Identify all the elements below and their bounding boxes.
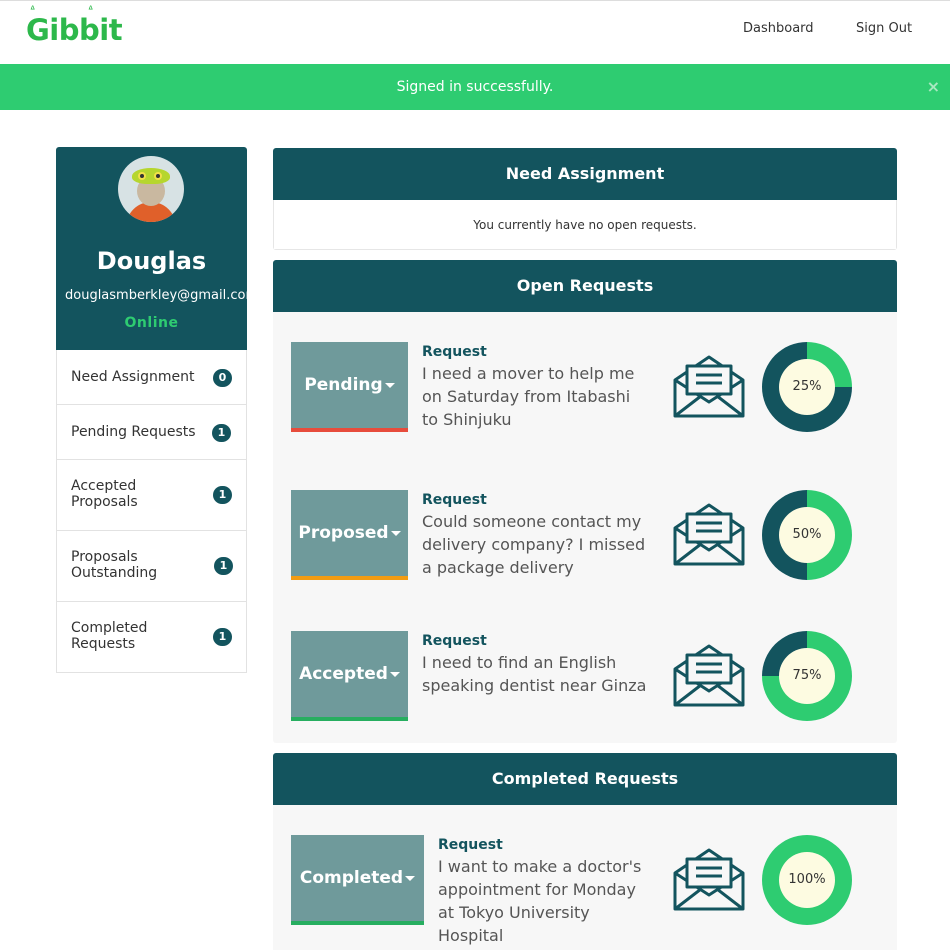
count-badge: 0 [213,369,232,387]
status-indicator-bar [291,921,424,925]
nav-sign-out-link[interactable]: Sign Out [856,21,912,36]
caret-down-icon [390,530,401,536]
status-dropdown-button[interactable]: Accepted [291,631,408,721]
crown-icon: ᐞ [30,5,35,16]
sidebar-item-accepted-proposals[interactable]: Accepted Proposals 1 [56,460,247,531]
profile-email: douglasmberkley@gmail.com [65,288,247,303]
logo-text: Gibbit [26,13,123,47]
progress-label: 25% [779,359,835,415]
sidebar-item-completed-requests[interactable]: Completed Requests 1 [56,602,247,673]
request-card: Completed Request I want to make a docto… [291,835,881,945]
count-badge: 1 [214,557,233,575]
completed-requests-panel: Completed Requests Completed Request I w… [273,753,897,950]
completed-requests-list: Completed Request I want to make a docto… [273,805,897,950]
request-description: I need a mover to help me on Saturday fr… [422,364,635,429]
navbar: ᐞ ᐞ Gibbit Dashboard Sign Out [0,0,950,64]
open-requests-list: Pending Request I need a mover to help m… [273,312,897,743]
profile-name: Douglas [96,247,207,275]
panel-title: Need Assignment [273,148,897,200]
flash-message: Signed in successfully. × [0,64,950,110]
status-indicator-bar [291,717,408,721]
open-requests-panel: Open Requests Pending Request I need a m… [273,260,897,743]
progress-ring: 100% [762,835,852,925]
caret-down-icon [384,382,395,388]
profile-card: Douglas douglasmberkley@gmail.com Online [56,147,247,350]
status-label: Proposed [298,523,389,543]
request-card: Pending Request I need a mover to help m… [291,342,881,432]
sidebar-item-label: Proposals Outstanding [71,549,158,581]
status-label: Pending [304,375,383,395]
status-indicator-bar [291,576,408,580]
avatar [118,156,184,222]
request-card: Accepted Request I need to find an Engli… [291,631,881,721]
request-title: Request [422,344,487,360]
flash-text: Signed in successfully. [396,79,554,95]
progress-label: 50% [779,507,835,563]
caret-down-icon [389,671,400,677]
sidebar-item-proposals-outstanding[interactable]: Proposals Outstanding 1 [56,531,247,602]
status-dropdown-button[interactable]: Completed [291,835,424,925]
envelope-open-icon[interactable] [672,352,746,420]
status-indicator-bar [291,428,408,432]
request-description: Could someone contact my delivery compan… [422,512,646,577]
sidebar-item-label: Accepted Proposals [71,478,138,510]
panel-title: Completed Requests [273,753,897,805]
progress-label: 75% [779,648,835,704]
count-badge: 1 [212,424,231,442]
request-title: Request [438,837,503,853]
request-card: Proposed Request Could someone contact m… [291,490,881,580]
envelope-open-icon[interactable] [672,500,746,568]
count-badge: 1 [213,628,232,646]
count-badge: 1 [213,486,232,504]
status-dropdown-button[interactable]: Pending [291,342,408,432]
close-icon[interactable]: × [927,64,940,110]
status-label: Completed [299,868,404,888]
request-description: I need to find an English speaking denti… [422,653,647,695]
nav-dashboard-link[interactable]: Dashboard [743,21,814,36]
sidebar-item-label: Pending Requests [71,424,196,440]
status-dropdown-button[interactable]: Proposed [291,490,408,580]
progress-ring: 50% [762,490,852,580]
request-title: Request [422,633,487,649]
progress-ring: 25% [762,342,852,432]
sidebar-item-label: Completed Requests [71,620,148,652]
request-description: I want to make a doctor's appointment fo… [438,857,642,945]
progress-label: 100% [779,852,835,908]
envelope-open-icon[interactable] [672,641,746,709]
status-label: Accepted [299,664,388,684]
sidebar-item-label: Need Assignment [71,369,195,385]
logo[interactable]: ᐞ ᐞ Gibbit [26,5,123,47]
sidebar-item-pending-requests[interactable]: Pending Requests 1 [56,405,247,460]
crown-icon: ᐞ [88,5,93,16]
request-title: Request [422,492,487,508]
need-assignment-panel: Need Assignment You currently have no op… [273,148,897,250]
progress-ring: 75% [762,631,852,721]
sidebar: Douglas douglasmberkley@gmail.com Online… [56,147,247,673]
status-badge: Online [124,315,179,331]
panel-title: Open Requests [273,260,897,312]
sidebar-item-need-assignment[interactable]: Need Assignment 0 [56,350,247,405]
envelope-open-icon[interactable] [672,845,746,913]
empty-state-text: You currently have no open requests. [273,200,897,250]
caret-down-icon [405,875,416,881]
